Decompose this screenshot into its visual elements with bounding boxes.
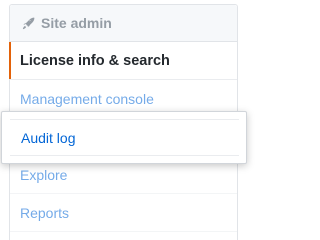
menu-header-label: Site admin — [41, 15, 112, 31]
site-admin-screenshot: Site admin License info & search Managem… — [0, 0, 253, 240]
menu-header: Site admin — [10, 5, 237, 42]
rocket-icon — [21, 16, 36, 31]
highlight-callout: Audit log — [1, 111, 247, 164]
menu-item-reports[interactable]: Reports — [10, 194, 237, 232]
menu-item-license-info[interactable]: License info & search — [9, 42, 237, 80]
menu-item-audit-log[interactable]: Audit log — [10, 119, 239, 156]
